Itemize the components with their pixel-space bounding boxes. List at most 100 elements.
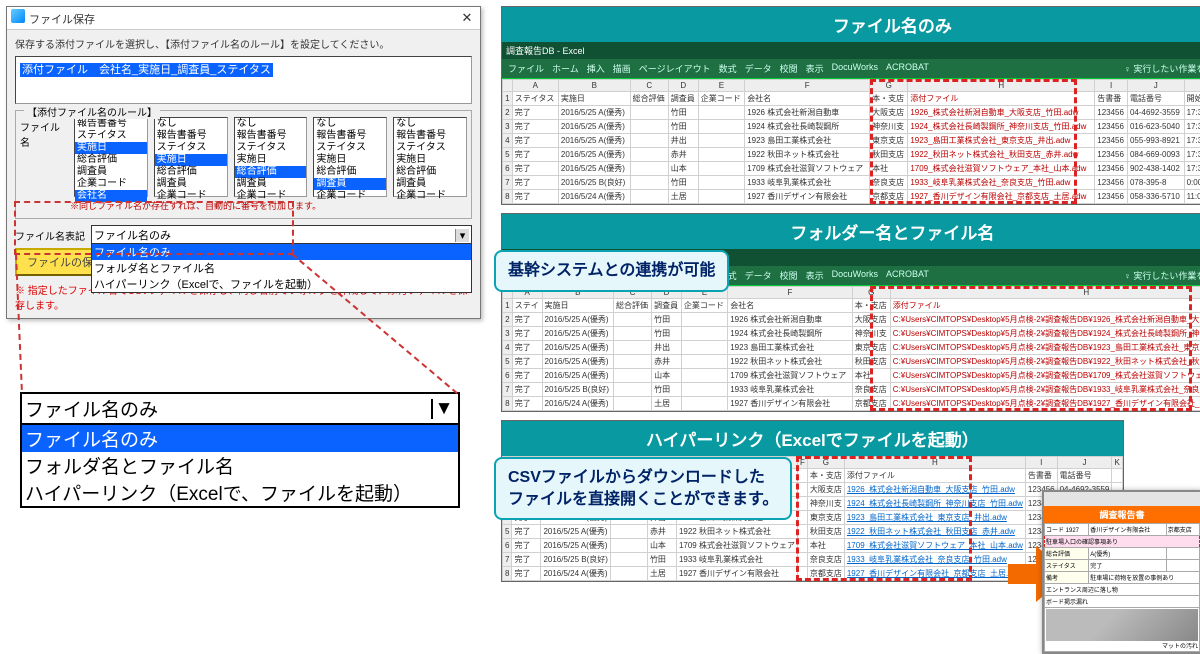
excel-window-1: 調査報告DB - Excel山本典晴 ファイルホーム挿入描画ページレイアウト数式… xyxy=(502,42,1200,204)
ribbon-tab[interactable]: 校閲 xyxy=(780,269,798,282)
rule-listbox-3[interactable]: なし報告書番号ステイタス実施日総合評価調査員企業コード xyxy=(234,117,308,197)
report-branch: 京都支店 xyxy=(1166,524,1199,536)
listbox-item[interactable]: 総合評価 xyxy=(75,154,147,166)
callout-tip: 基幹システムとの連携が可能 xyxy=(494,250,729,292)
enlarged-dropdown-option[interactable]: ファイル名のみ xyxy=(22,425,458,452)
ribbon-tab[interactable]: ACROBAT xyxy=(886,62,929,75)
listbox-item[interactable]: なし xyxy=(235,118,307,130)
listbox-item[interactable]: 調査員 xyxy=(235,178,307,190)
listbox-item[interactable]: ステイタス xyxy=(394,142,466,154)
callout-tip: CSVファイルからダウンロードした ファイルを直接開くことができます。 xyxy=(494,457,792,520)
ribbon-tab[interactable]: ページレイアウト xyxy=(639,62,711,75)
ribbon-tab[interactable]: データ xyxy=(745,269,772,282)
listbox-item[interactable]: 総合評価 xyxy=(314,166,386,178)
enlarged-dropdown-option[interactable]: フォルダ名とファイル名 xyxy=(22,452,458,479)
instruction-text: 保存する添付ファイルを選択し、【添付ファイル名のルール】を設定してください。 xyxy=(7,30,480,53)
filename-label: ファイル名 xyxy=(20,117,68,149)
rule-listbox-4[interactable]: なし報告書番号ステイタス実施日総合評価調査員企業コード xyxy=(313,117,387,197)
file-save-dialog: ファイル保存 ✕ 保存する添付ファイルを選択し、【添付ファイル名のルール】を設定… xyxy=(6,6,481,319)
app-icon xyxy=(11,9,25,23)
ribbon-tab[interactable]: 表示 xyxy=(806,269,824,282)
report-company: 香川デザイン有限会社 xyxy=(1089,524,1166,536)
filename-preview: 添付ファイル 会社名_実施日_調査員_ステイタス xyxy=(15,56,472,104)
rule-group-label: 【添付ファイル名のルール】 xyxy=(24,104,160,119)
listbox-item[interactable]: ステイタス xyxy=(155,142,227,154)
rule-group: 【添付ファイル名のルール】 ファイル名 報告書番号ステイタス実施日総合評価調査員… xyxy=(15,110,472,219)
close-icon[interactable]: ✕ xyxy=(458,10,476,26)
ribbon-tab[interactable]: 描画 xyxy=(613,62,631,75)
listbox-item[interactable]: 総合評価 xyxy=(394,166,466,178)
tell-me[interactable]: ♀ 実行したい作業を入力してください xyxy=(1124,62,1200,75)
ribbon-tab[interactable]: ホーム xyxy=(552,62,579,75)
listbox-item[interactable]: 実施日 xyxy=(155,154,227,166)
rule-listbox-2[interactable]: なし報告書番号ステイタス実施日総合評価調査員企業コード xyxy=(154,117,228,197)
tell-me[interactable]: ♀ 実行したい作業を入力してください xyxy=(1124,269,1200,282)
combo-option[interactable]: ハイパーリンク（Excelで、ファイルを起動） xyxy=(92,276,471,292)
listbox-item[interactable]: 報告書番号 xyxy=(235,130,307,142)
listbox-item[interactable]: 調査員 xyxy=(155,178,227,190)
rule-listbox-1[interactable]: 報告書番号ステイタス実施日総合評価調査員企業コード会社名 xyxy=(74,117,148,197)
listbox-item[interactable]: 報告書番号 xyxy=(314,130,386,142)
dispmode-combo-list[interactable]: ファイル名のみフォルダ名とファイル名ハイパーリンク（Excelで、ファイルを起動… xyxy=(91,243,472,293)
listbox-item[interactable]: 実施日 xyxy=(314,154,386,166)
listbox-item[interactable]: 総合評価 xyxy=(155,166,227,178)
report-code: コード 1927 xyxy=(1045,524,1089,536)
listbox-item[interactable]: なし xyxy=(314,118,386,130)
dialog-titlebar[interactable]: ファイル保存 ✕ xyxy=(7,7,480,30)
ribbon-tab[interactable]: DocuWorks xyxy=(832,62,878,75)
enlarged-dropdown: ファイル名のみ ▼ ファイル名のみフォルダ名とファイル名ハイパーリンク（Exce… xyxy=(20,392,460,508)
panel-filename-only: ファイル名のみ 調査報告DB - Excel山本典晴 ファイルホーム挿入描画ペー… xyxy=(501,6,1200,205)
report-note-row: 駐車場入口の確認事項あり xyxy=(1045,536,1200,548)
preview-highlight: 添付ファイル 会社名_実施日_調査員_ステイタス xyxy=(20,63,273,77)
listbox-item[interactable]: 実施日 xyxy=(394,154,466,166)
listbox-item[interactable]: 実施日 xyxy=(235,154,307,166)
listbox-item[interactable]: 報告書番号 xyxy=(394,130,466,142)
panel-folder-and-filename: フォルダー名とファイル名 調査報告DB - Excel山本典晴 ファイルホーム挿… xyxy=(501,213,1200,412)
ribbon-tab[interactable]: ACROBAT xyxy=(886,269,929,282)
spreadsheet-2[interactable]: ABCDEFGH1ステイ実施日総合評価調査員企業コード会社名本・支店添付ファイル… xyxy=(502,286,1200,411)
dialog-title: ファイル保存 xyxy=(29,14,95,26)
ribbon-tabs[interactable]: ファイルホーム挿入描画ページレイアウト数式データ校閲表示 DocuWorks ACR… xyxy=(502,59,1200,79)
listbox-item[interactable]: 報告書番号 xyxy=(75,118,147,130)
chevron-down-icon[interactable]: ▾ xyxy=(455,229,469,242)
doc-title: 調査報告DB - Excel xyxy=(506,46,585,56)
listbox-item[interactable]: 調査員 xyxy=(394,178,466,190)
listbox-item[interactable]: 調査員 xyxy=(314,178,386,190)
panel-hyperlink: ハイパーリンク（Excelでファイルを起動） ABCDEFGHIJK1ステイ実施… xyxy=(501,420,1124,582)
ribbon-tab[interactable]: 校閲 xyxy=(780,62,798,75)
rule-listbox-5[interactable]: なし報告書番号ステイタス実施日総合評価調査員企業コード xyxy=(393,117,467,197)
dispmode-combo[interactable]: ファイル名のみ ▾ xyxy=(91,225,472,245)
ribbon-tab[interactable]: 挿入 xyxy=(587,62,605,75)
listbox-item[interactable]: ステイタス xyxy=(235,142,307,154)
listbox-item[interactable]: ステイタス xyxy=(75,130,147,142)
listbox-item[interactable]: 報告書番号 xyxy=(155,130,227,142)
listbox-item[interactable]: 企業コード xyxy=(314,190,386,202)
enlarged-dropdown-value: ファイル名のみ xyxy=(25,395,158,422)
ribbon-tab[interactable]: ファイル xyxy=(508,62,544,75)
listbox-item[interactable]: 企業コード xyxy=(75,178,147,190)
listbox-item[interactable]: ステイタス xyxy=(314,142,386,154)
combo-value: ファイル名のみ xyxy=(94,227,171,243)
ribbon-tab[interactable]: 数式 xyxy=(719,62,737,75)
chevron-down-icon[interactable]: ▼ xyxy=(431,399,455,419)
panel-title: ハイパーリンク（Excelでファイルを起動） xyxy=(502,421,1123,456)
ribbon-tab[interactable]: DocuWorks xyxy=(832,269,878,282)
listbox-item[interactable]: 実施日 xyxy=(75,142,147,154)
listbox-item[interactable]: 調査員 xyxy=(75,166,147,178)
enlarged-dropdown-option[interactable]: ハイパーリンク（Excelで、ファイルを起動） xyxy=(22,479,458,506)
report-preview: 調査報告書 コード 1927香川デザイン有限会社京都支店 駐車場入口の確認事項あ… xyxy=(1042,490,1200,654)
combo-option[interactable]: ファイル名のみ xyxy=(92,244,471,260)
spreadsheet-1[interactable]: ABCDEFGHIJKLM1ステイタス実施日総合評価調査員企業コード会社名本・支… xyxy=(502,79,1200,204)
dispmode-label: ファイル名表記 xyxy=(15,228,85,243)
listbox-item[interactable]: 企業コード xyxy=(394,190,466,202)
report-title: 調査報告書 xyxy=(1044,506,1200,523)
arrow-body xyxy=(1008,564,1038,584)
combo-option[interactable]: フォルダ名とファイル名 xyxy=(92,260,471,276)
panel-title: ファイル名のみ xyxy=(502,7,1200,42)
ribbon-tab[interactable]: 表示 xyxy=(806,62,824,75)
listbox-item[interactable]: なし xyxy=(155,118,227,130)
listbox-item[interactable]: 総合評価 xyxy=(235,166,307,178)
listbox-item[interactable]: なし xyxy=(394,118,466,130)
panel-title: フォルダー名とファイル名 xyxy=(502,214,1200,249)
ribbon-tab[interactable]: データ xyxy=(745,62,772,75)
